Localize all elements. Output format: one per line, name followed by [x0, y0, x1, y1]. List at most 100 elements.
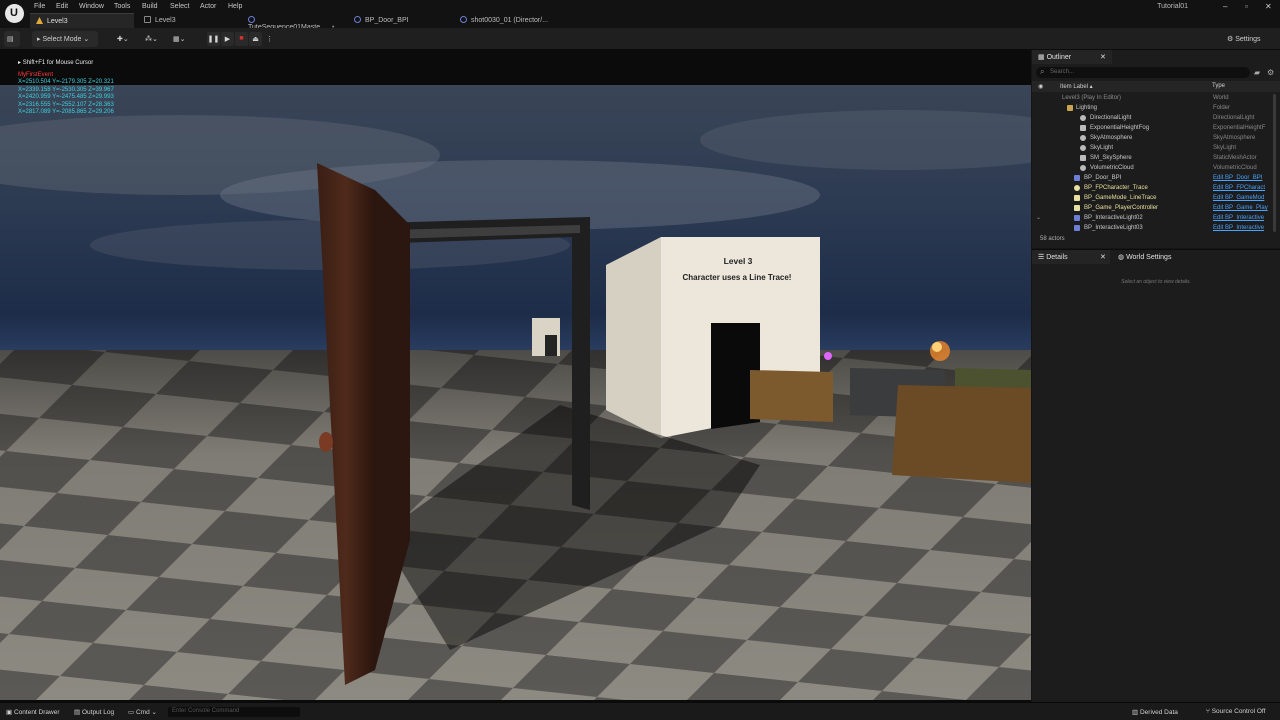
row-type: SkyAtmosphere: [1213, 135, 1256, 141]
menu-build[interactable]: Build: [142, 3, 158, 10]
hud-coord-line: X=2339.158 Y=-2530.305 Z=39.967: [18, 86, 114, 93]
collapse-chevron-icon[interactable]: ⌄: [1036, 213, 1041, 223]
outliner-row-actor[interactable]: DirectionalLight DirectionalLight: [1032, 113, 1272, 123]
outliner-row-actor[interactable]: SkyAtmosphere SkyAtmosphere: [1032, 133, 1272, 143]
light-icon: [1080, 115, 1086, 121]
row-label: SkyLight: [1090, 145, 1114, 151]
derived-data-icon: ▥: [1132, 709, 1139, 716]
row-type: World: [1213, 95, 1229, 101]
outliner-row-blueprint[interactable]: BP_GameMode_LineTrace Edit BP_GameMod: [1032, 193, 1272, 203]
tab-level3-active[interactable]: Level3: [30, 13, 134, 28]
column-type[interactable]: Type: [1212, 83, 1225, 89]
outliner-row-blueprint[interactable]: BP_Door_BPI Edit BP_Door_BPI: [1032, 173, 1272, 183]
row-label: Level3 (Play In Editor): [1062, 95, 1122, 101]
outliner-row-blueprint[interactable]: BP_FPCharacter_Trace Edit BP_FPCharact: [1032, 183, 1272, 193]
outliner-row-actor[interactable]: ExponentialHeightFog ExponentialHeightF: [1032, 123, 1272, 133]
outliner-scrollbar[interactable]: [1273, 94, 1276, 232]
tab-level3[interactable]: Level3: [138, 13, 238, 28]
door-knob: [319, 432, 333, 452]
minimize-icon[interactable]: –: [1223, 2, 1227, 11]
close-icon[interactable]: ✕: [1100, 53, 1106, 61]
gamemode-icon: [1074, 195, 1080, 201]
close-icon[interactable]: ✕: [1100, 253, 1106, 261]
settings-label: Settings: [1235, 36, 1261, 43]
settings-icon[interactable]: ⚙: [1267, 68, 1276, 77]
eject-button[interactable]: ⏏: [249, 32, 262, 46]
outliner-row-world[interactable]: Level3 (Play In Editor) World: [1032, 93, 1272, 103]
step-button[interactable]: ▶: [221, 32, 234, 46]
close-icon[interactable]: ✕: [1265, 2, 1272, 11]
add-actor-icon[interactable]: ✚⌄: [112, 31, 134, 47]
row-label: BP_Door_BPI: [1084, 175, 1122, 181]
edit-blueprint-link[interactable]: Edit BP_FPCharact: [1213, 183, 1271, 193]
outliner-row-actor[interactable]: SkyLight SkyLight: [1032, 143, 1272, 153]
cinematics-icon[interactable]: ▦⌄: [168, 31, 190, 47]
edit-blueprint-link[interactable]: Edit BP_Game_Play: [1213, 203, 1271, 213]
row-type: Folder: [1213, 105, 1231, 111]
character-icon: [1074, 185, 1080, 191]
derived-data-button[interactable]: ▥ Derived Data: [1132, 708, 1178, 716]
output-log-button[interactable]: ▤ Output Log: [74, 708, 114, 716]
hud-hint: ▸ Shift+F1 for Mouse Cursor: [18, 60, 94, 66]
source-control-label: Source Control Off: [1211, 708, 1266, 715]
visibility-icon[interactable]: ◉: [1038, 83, 1043, 90]
controller-icon: [1074, 205, 1080, 211]
tab-bp-door[interactable]: BP_Door_BPI: [348, 13, 452, 28]
sequence-icon: [460, 16, 467, 23]
cmd-dropdown[interactable]: ▭ Cmd ⌄: [128, 708, 157, 716]
outliner-row-actor[interactable]: SM_SkySphere StaticMeshActor: [1032, 153, 1272, 163]
tab-details[interactable]: ☰ Details ✕: [1032, 250, 1110, 264]
menu-file[interactable]: File: [34, 3, 45, 10]
edit-blueprint-link[interactable]: Edit BP_Door_BPI: [1213, 173, 1271, 183]
tab-world-settings[interactable]: ◍ World Settings: [1112, 250, 1208, 264]
menu-actor[interactable]: Actor: [200, 3, 216, 10]
content-drawer-button[interactable]: ▣ Content Drawer: [6, 708, 60, 716]
debug-hud: ▸ Shift+F1 for Mouse Cursor MyFirstEvent…: [18, 60, 114, 117]
stop-button[interactable]: ■: [235, 32, 248, 46]
menu-window[interactable]: Window: [79, 3, 104, 10]
outliner-row-blueprint[interactable]: BP_InteractiveLight03 Edit BP_Interactive: [1032, 223, 1272, 233]
row-label: SM_SkySphere: [1090, 155, 1132, 161]
menu-select[interactable]: Select: [170, 3, 189, 10]
outliner-row-folder[interactable]: Lighting Folder: [1032, 103, 1272, 113]
settings-button[interactable]: ⚙ Settings: [1222, 31, 1272, 47]
select-mode-dropdown[interactable]: ▸ Select Mode ⌄: [32, 31, 98, 47]
row-label: Lighting: [1076, 105, 1098, 111]
tab-shot[interactable]: shot0030_01 (Director/...: [454, 13, 572, 28]
folder-add-icon[interactable]: ▰: [1254, 68, 1263, 77]
more-options-icon[interactable]: ⋮: [263, 32, 276, 46]
content-drawer-label: Content Drawer: [13, 709, 60, 716]
details-tab-label: Details: [1046, 254, 1068, 261]
tab-sequence[interactable]: TuteSequence01Maste...•: [242, 13, 344, 31]
level-icon: [36, 17, 43, 24]
maximize-icon[interactable]: ▫: [1245, 2, 1248, 11]
hud-hint-text: Shift+F1 for Mouse Cursor: [22, 60, 94, 66]
edit-blueprint-link[interactable]: Edit BP_Interactive: [1213, 213, 1271, 223]
main-toolbar: ▤ ▸ Select Mode ⌄ ✚⌄ ⁂⌄ ▦⌄ ❚❚ ▶ ■ ⏏ ⋮ ⚙ …: [0, 28, 1280, 50]
outliner-row-actor[interactable]: VolumetricCloud VolumetricCloud: [1032, 163, 1272, 173]
edit-blueprint-link[interactable]: Edit BP_GameMod: [1213, 193, 1271, 203]
interactive-light: [824, 352, 832, 360]
skylight-icon: [1080, 145, 1086, 151]
select-mode-label: Select Mode: [42, 36, 82, 43]
hud-coord-line: X=2316.555 Y=-2552.107 Z=28.363: [18, 101, 114, 108]
outliner-search-input[interactable]: Search...: [1036, 67, 1250, 78]
blueprint-menu-icon[interactable]: ⁂⌄: [140, 31, 162, 47]
pause-button[interactable]: ❚❚: [207, 32, 220, 46]
column-item-label[interactable]: Item Label ▴: [1060, 83, 1093, 90]
status-bar: ▣ Content Drawer ▤ Output Log ▭ Cmd ⌄ En…: [0, 702, 1280, 720]
menu-edit[interactable]: Edit: [56, 3, 68, 10]
edit-blueprint-link[interactable]: Edit BP_Interactive: [1213, 223, 1271, 233]
level-viewport[interactable]: Level 3 Character uses a Line Trace! ▸ S…: [0, 50, 1031, 702]
console-command-input[interactable]: Enter Console Command: [168, 707, 300, 717]
sequence-icon: [248, 16, 255, 23]
tab-outliner[interactable]: ▦ Outliner ✕: [1032, 50, 1112, 64]
blueprint-icon: [1074, 215, 1080, 221]
source-control-button[interactable]: ⑂ Source Control Off: [1206, 708, 1265, 715]
outliner-row-blueprint[interactable]: BP_Game_PlayerController Edit BP_Game_Pla…: [1032, 203, 1272, 213]
save-icon[interactable]: ▤: [4, 31, 20, 47]
details-empty-message: Select an object to view details.: [1121, 279, 1191, 285]
outliner-row-blueprint[interactable]: ⌄ BP_InteractiveLight02 Edit BP_Interacti…: [1032, 213, 1272, 223]
menu-help[interactable]: Help: [228, 3, 242, 10]
menu-tools[interactable]: Tools: [114, 3, 130, 10]
